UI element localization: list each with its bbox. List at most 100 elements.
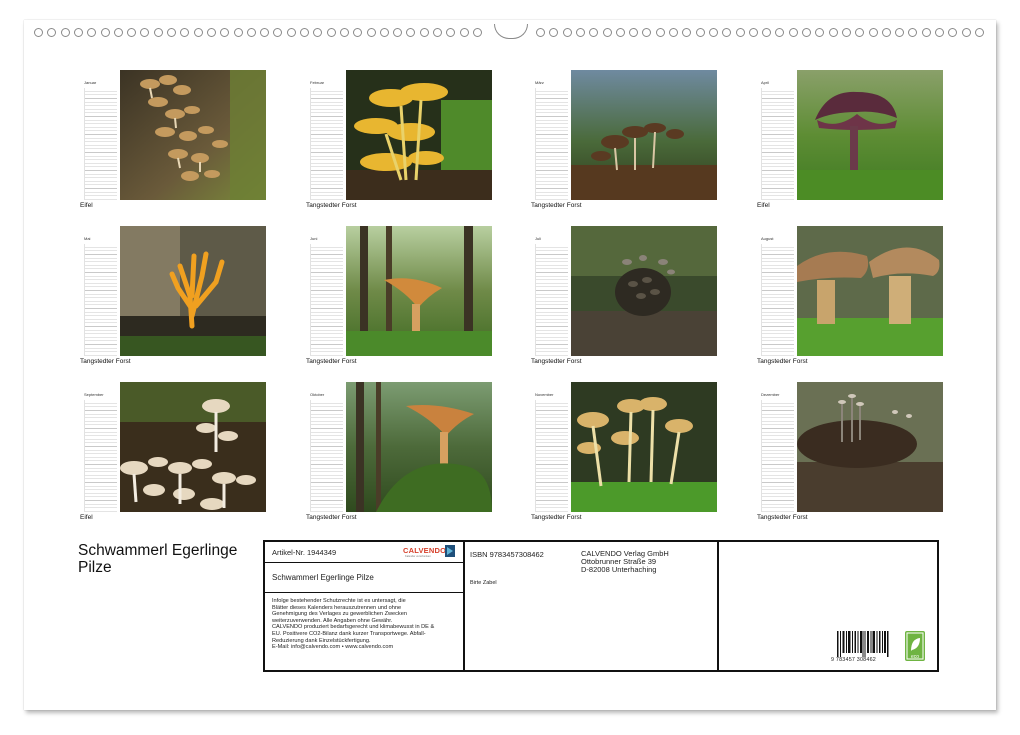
- mini-calendar: März: [535, 80, 569, 200]
- mini-calendar: Juli: [535, 236, 569, 356]
- photo-cluster-mushrooms: [120, 70, 266, 200]
- binding-hole: [313, 28, 322, 37]
- day-lines: [84, 400, 117, 512]
- photo-orange-funnel: [346, 226, 492, 356]
- photo-caption: Eifel: [757, 202, 770, 209]
- month-name: Januar: [84, 80, 96, 85]
- photo-yellow-caps-moss: [571, 382, 717, 512]
- binding-hole: [327, 28, 336, 37]
- binding-hole: [789, 28, 798, 37]
- article-row: Artikel-Nr. 1944349 CALVENDO Kalender ve…: [265, 542, 463, 563]
- photo-orange-funnel-moss: [346, 382, 492, 512]
- binding-hole: [353, 28, 362, 37]
- binding-hole: [420, 28, 429, 37]
- photo-caption: Tangstedter Forst: [306, 202, 357, 209]
- month-november: November Tangstedter Forst: [529, 382, 717, 532]
- mini-calendar: November: [535, 392, 569, 512]
- binding-hole: [101, 28, 110, 37]
- binding-hole: [406, 28, 415, 37]
- binding-hole: [367, 28, 376, 37]
- binding-hole: [473, 28, 482, 37]
- photo-brown-caps: [571, 70, 717, 200]
- binding-hole: [682, 28, 691, 37]
- month-name: Oktober: [310, 392, 324, 397]
- binding-hole: [234, 28, 243, 37]
- binding-hole: [935, 28, 944, 37]
- binding-hole: [589, 28, 598, 37]
- month-name: August: [761, 236, 773, 241]
- photo-two-boletes: [797, 226, 943, 356]
- binding-hole: [736, 28, 745, 37]
- month-name: Februar: [310, 80, 324, 85]
- binding-hole: [802, 28, 811, 37]
- month-juli: Juli Tangstedter Forst: [529, 226, 717, 376]
- photo-caption: Tangstedter Forst: [80, 358, 131, 365]
- photo-caption: Tangstedter Forst: [531, 202, 582, 209]
- photo-caption: Tangstedter Forst: [757, 358, 808, 365]
- mini-calendar: Februar: [310, 80, 344, 200]
- month-oktober: Oktober Tangstedter Forst: [304, 382, 492, 532]
- binding-hole: [642, 28, 651, 37]
- binding-hole: [460, 28, 469, 37]
- binding-hole: [869, 28, 878, 37]
- eco-icon: eco: [905, 631, 925, 661]
- legal-line: EU. Positivere CO2-Bilanz dank kurzer Tr…: [272, 631, 458, 638]
- binding-hole: [855, 28, 864, 37]
- binding-hole: [74, 28, 83, 37]
- binding-hole: [908, 28, 917, 37]
- month-name: November: [535, 392, 553, 397]
- photo-orange-coral: [120, 226, 266, 356]
- legal-line: weiterzuverwenden. Alle Angaben ohne Gew…: [272, 618, 458, 625]
- binding-hole: [273, 28, 282, 37]
- binding-hole: [948, 28, 957, 37]
- month-september: September Eifel: [78, 382, 266, 532]
- barcode-number: 9 783457 308462: [831, 657, 876, 663]
- month-name: September: [84, 392, 104, 397]
- day-lines: [310, 88, 343, 200]
- binding-hole: [882, 28, 891, 37]
- binding-hole: [722, 28, 731, 37]
- month-name: Mai: [84, 236, 90, 241]
- legal-line: Genehmigung des Verlages zu gewerblichen…: [272, 611, 458, 618]
- binding-hole: [114, 28, 123, 37]
- binding-hole: [207, 28, 216, 37]
- day-lines: [761, 88, 794, 200]
- binding-hole: [669, 28, 678, 37]
- binding-hole: [603, 28, 612, 37]
- day-lines: [535, 400, 568, 512]
- binding-hole: [629, 28, 638, 37]
- binding-hole: [47, 28, 56, 37]
- day-lines: [761, 244, 794, 356]
- imprint-left-column: Artikel-Nr. 1944349 CALVENDO Kalender ve…: [265, 542, 465, 670]
- binding-hole: [247, 28, 256, 37]
- barcode-icon: [837, 631, 889, 657]
- binding-hole: [762, 28, 771, 37]
- day-lines: [310, 400, 343, 512]
- binding-hole: [300, 28, 309, 37]
- binding-hole: [287, 28, 296, 37]
- binding-hole: [549, 28, 558, 37]
- binding-hole: [616, 28, 625, 37]
- month-august: August Tangstedter Forst: [755, 226, 943, 376]
- photo-caption: Tangstedter Forst: [757, 514, 808, 521]
- binding-hole: [380, 28, 389, 37]
- calvendo-tagline: Kalender verschenken: [405, 555, 431, 558]
- month-name: Juli: [535, 236, 541, 241]
- subtitle-row: Schwammerl Egerlinge Pilze: [265, 562, 463, 593]
- binding-hole: [433, 28, 442, 37]
- photo-white-cluster: [120, 382, 266, 512]
- photo-purple-mushroom: [797, 70, 943, 200]
- binding-hole: [696, 28, 705, 37]
- calendar-subtitle: Schwammerl Egerlinge Pilze: [272, 573, 374, 582]
- calendar-title: Schwammerl Egerlinge Pilze: [78, 542, 268, 576]
- mini-calendar: Juni: [310, 236, 344, 356]
- month-name: März: [535, 80, 544, 85]
- legal-line: Infolge bestehender Schutzrechte ist es …: [272, 598, 458, 605]
- article-number: Artikel-Nr. 1944349: [272, 548, 336, 557]
- photo-caption: Tangstedter Forst: [306, 514, 357, 521]
- day-lines: [84, 244, 117, 356]
- binding-hole: [167, 28, 176, 37]
- photo-yellow-mushrooms: [346, 70, 492, 200]
- binding-hole: [895, 28, 904, 37]
- binding-hole: [975, 28, 984, 37]
